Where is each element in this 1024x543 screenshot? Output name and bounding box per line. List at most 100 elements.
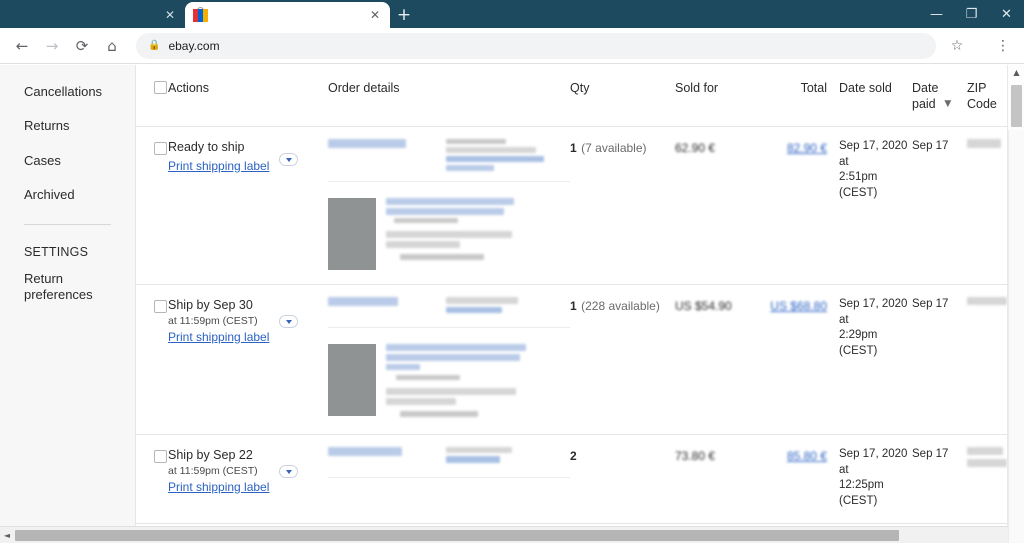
item-detail-block xyxy=(328,198,570,271)
row-total-cell: 85.80 € xyxy=(752,447,827,465)
row-select-cell xyxy=(136,139,168,156)
page-vertical-scrollbar[interactable] xyxy=(1008,130,1024,543)
sold-for-value: 73.80 € xyxy=(675,449,716,464)
buyer-info-redacted xyxy=(446,447,570,464)
forward-icon[interactable]: → xyxy=(38,32,66,60)
column-header-date-paid-label: Date paid xyxy=(912,81,939,111)
tab-strip: ✕ ✕ + — ❐ ✕ xyxy=(0,0,1024,28)
sidebar-item-cases[interactable]: Cases xyxy=(0,144,135,178)
qty-value: 1 xyxy=(570,299,577,314)
row-actions-dropdown-button[interactable] xyxy=(279,465,299,479)
total-value-link[interactable]: 85.80 € xyxy=(787,449,827,463)
ebay-bag-icon xyxy=(193,7,208,23)
row-actions-dropdown-button[interactable] xyxy=(279,315,299,329)
print-shipping-label-link[interactable]: Print shipping label xyxy=(168,330,269,344)
page-content: Cancellations Returns Cases Archived SET… xyxy=(0,65,1024,543)
select-all-cell xyxy=(136,81,168,94)
sidebar-item-archived[interactable]: Archived xyxy=(0,178,135,212)
row-actions-cell: Ship by Sep 30 at 11:59pm (CEST) Print s… xyxy=(168,297,328,345)
scroll-left-icon[interactable]: ◄ xyxy=(0,527,14,543)
chrome-menu-icon[interactable]: ⋮ xyxy=(990,33,1016,59)
sidebar-item-returns[interactable]: Returns xyxy=(0,109,135,143)
row-actions-cell: Ready to ship Print shipping label xyxy=(168,139,328,174)
row-qty-cell: 2 xyxy=(570,447,675,465)
sold-for-value: 62.90 € xyxy=(675,141,716,156)
row-order-details-cell xyxy=(328,139,570,271)
column-header-order-details[interactable]: Order details xyxy=(328,81,570,97)
row-select-cell xyxy=(136,297,168,314)
orders-table-container: Actions Order details Qty Sold for Total… xyxy=(136,65,1024,543)
row-checkbox[interactable] xyxy=(154,300,167,314)
row-total-cell: 82.90 € xyxy=(752,139,827,157)
row-zip-cell xyxy=(967,447,1007,468)
sold-for-value: US $54.90 xyxy=(675,299,732,314)
home-icon[interactable]: ⌂ xyxy=(98,32,126,60)
order-status: Ship by Sep 30 xyxy=(168,298,253,313)
sidebar-item-return-preferences[interactable]: Return preferences xyxy=(0,265,135,313)
maximize-icon[interactable]: ❐ xyxy=(954,0,989,28)
zip-code-redacted-2 xyxy=(967,459,1007,468)
item-thumbnail xyxy=(328,344,376,417)
column-header-actions[interactable]: Actions xyxy=(168,81,328,97)
close-window-icon[interactable]: ✕ xyxy=(989,0,1024,28)
new-tab-button[interactable]: + xyxy=(390,2,418,28)
column-header-qty[interactable]: Qty xyxy=(570,81,675,97)
table-row: Ready to ship Print shipping label 1 (7 … xyxy=(136,127,1007,286)
row-sold-for-cell: 62.90 € xyxy=(675,139,752,157)
row-select-cell xyxy=(136,447,168,464)
item-description-redacted xyxy=(386,344,570,420)
buyer-info-redacted xyxy=(446,139,570,172)
column-header-zip-code[interactable]: ZIP Code xyxy=(967,81,1007,112)
row-qty-cell: 1 (7 available) xyxy=(570,139,675,157)
qty-available: (7 available) xyxy=(581,141,647,156)
item-thumbnail xyxy=(328,198,376,271)
address-bar[interactable]: 🔒 ebay.com xyxy=(136,32,936,59)
scroll-up-icon[interactable]: ▲ xyxy=(1008,65,1024,80)
buyer-info-redacted xyxy=(446,297,570,314)
browser-tab-2[interactable]: ✕ xyxy=(185,2,390,28)
minimize-icon[interactable]: — xyxy=(919,0,954,28)
column-header-date-paid[interactable]: Date paid ▼ xyxy=(912,81,967,112)
table-row: Ship by Sep 30 at 11:59pm (CEST) Print s… xyxy=(136,285,1007,436)
row-zip-cell xyxy=(967,297,1007,306)
row-checkbox[interactable] xyxy=(154,450,167,464)
browser-toolbar: ← → ⟳ ⌂ 🔒 ebay.com ☆ ⋮ xyxy=(0,28,1024,64)
row-actions-dropdown-button[interactable] xyxy=(279,153,299,167)
browser-window: ✕ ✕ + — ❐ ✕ ← → ⟳ ⌂ 🔒 ebay.com ☆ ⋮ Cance… xyxy=(0,0,1024,543)
zip-code-redacted xyxy=(967,447,1003,456)
qty-value: 1 xyxy=(570,141,577,156)
close-icon[interactable]: ✕ xyxy=(163,8,177,22)
row-total-cell: US $68.80 xyxy=(752,297,827,315)
back-icon[interactable]: ← xyxy=(8,32,36,60)
print-shipping-label-link[interactable]: Print shipping label xyxy=(168,480,269,494)
row-qty-cell: 1 (228 available) xyxy=(570,297,675,315)
row-zip-cell xyxy=(967,139,1007,149)
bookmark-star-icon[interactable]: ☆ xyxy=(944,33,970,59)
order-status-time: at 11:59pm (CEST) xyxy=(168,464,258,477)
qty-available: (228 available) xyxy=(581,299,660,314)
reload-icon[interactable]: ⟳ xyxy=(68,32,96,60)
row-sold-for-cell: 73.80 € xyxy=(675,447,752,465)
select-all-checkbox[interactable] xyxy=(154,81,167,94)
vertical-scrollbar-thumb[interactable] xyxy=(1011,85,1022,127)
horizontal-scrollbar-thumb[interactable] xyxy=(15,529,899,541)
qty-value: 2 xyxy=(570,449,577,464)
sidebar: Cancellations Returns Cases Archived SET… xyxy=(0,65,136,543)
browser-tab-1[interactable]: ✕ xyxy=(0,2,185,28)
close-icon[interactable]: ✕ xyxy=(368,8,382,22)
row-order-details-cell xyxy=(328,297,570,420)
total-value-link[interactable]: 82.90 € xyxy=(787,141,827,155)
print-shipping-label-link[interactable]: Print shipping label xyxy=(168,159,269,173)
sidebar-heading-settings: SETTINGS xyxy=(24,245,89,259)
total-value-link[interactable]: US $68.80 xyxy=(770,299,827,313)
date-paid-value: Sep 17 xyxy=(912,448,949,461)
column-header-sold-for[interactable]: Sold for xyxy=(675,81,752,97)
sidebar-item-cancellations[interactable]: Cancellations xyxy=(0,75,135,109)
table-header-row: Actions Order details Qty Sold for Total… xyxy=(136,65,1007,128)
column-header-total[interactable]: Total xyxy=(752,81,827,97)
sort-descending-icon[interactable]: ▼ xyxy=(944,99,951,110)
column-header-date-sold[interactable]: Date sold xyxy=(827,81,912,97)
page-horizontal-scrollbar[interactable]: ◄ ► xyxy=(0,526,1024,543)
order-status: Ship by Sep 22 xyxy=(168,448,253,463)
row-checkbox[interactable] xyxy=(154,142,167,156)
